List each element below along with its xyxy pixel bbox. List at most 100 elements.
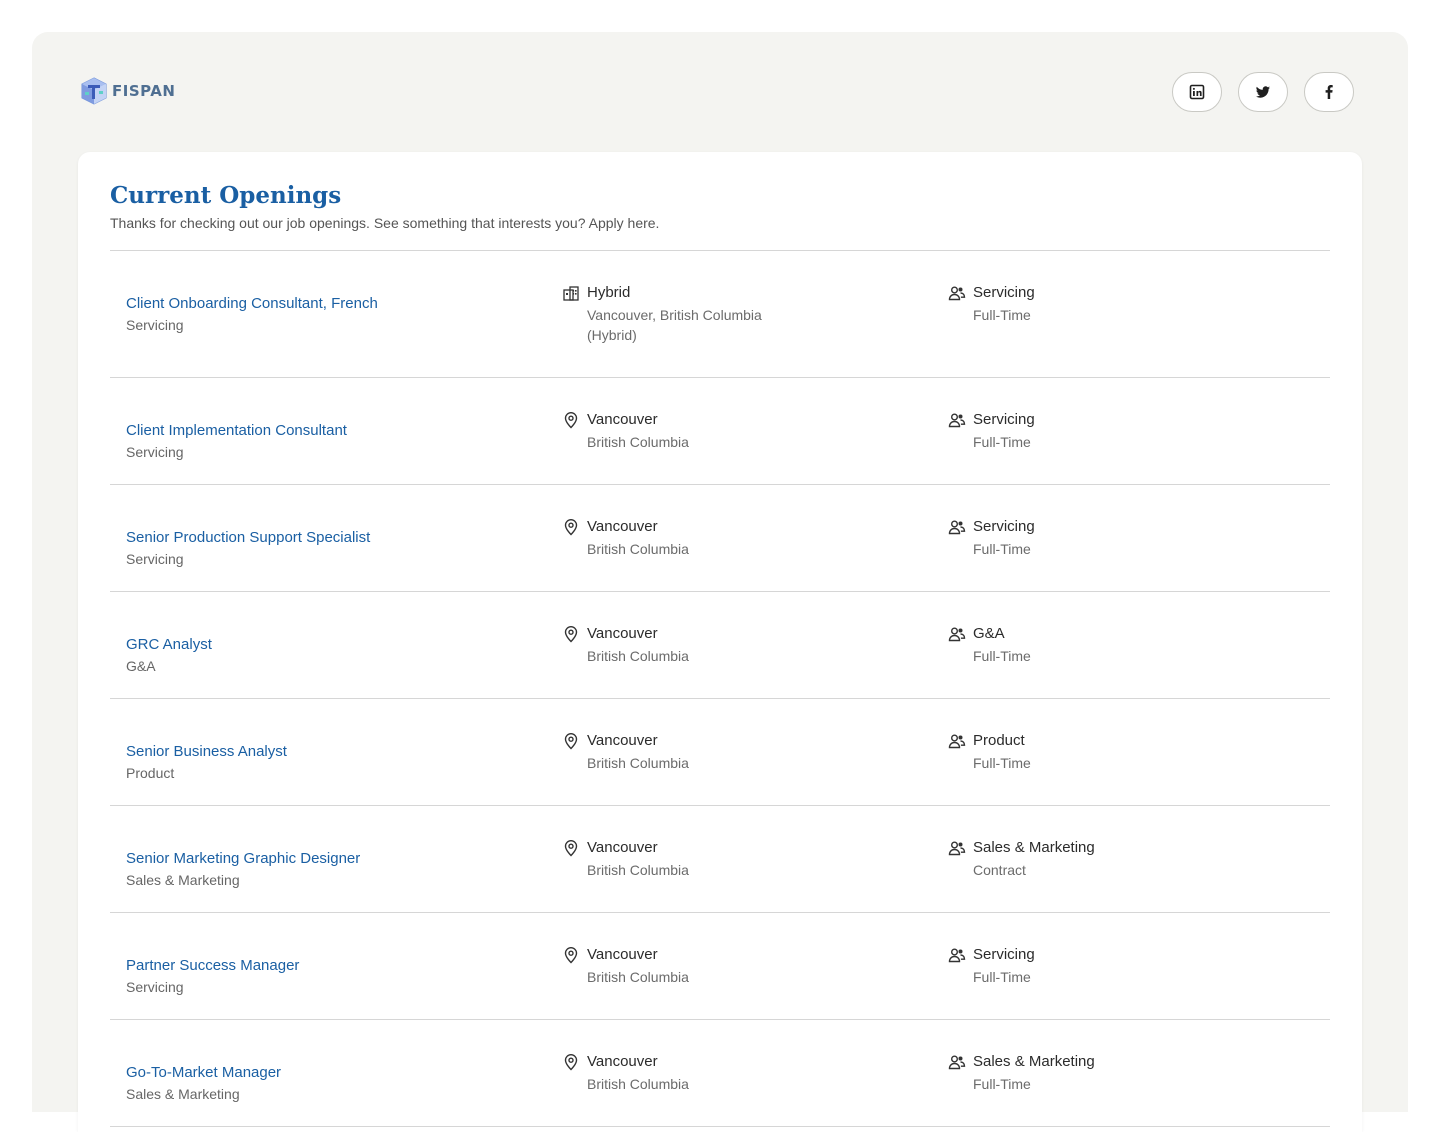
job-team: Servicing Full-Time (948, 946, 1035, 987)
location-detail: British Columbia (587, 862, 689, 878)
job-team: G&A Full-Time (948, 625, 1031, 666)
job-team: Sales & Marketing Contract (948, 839, 1095, 880)
job-team: Product Full-Time (948, 732, 1031, 773)
job-row[interactable]: Senior Business Analyst Product Vancouve… (110, 699, 1330, 806)
team-icon (948, 625, 966, 643)
job-location: Vancouver British Columbia (562, 518, 689, 559)
location-detail: British Columbia (587, 755, 689, 771)
job-location: Vancouver British Columbia (562, 732, 689, 773)
job-department: Servicing (126, 444, 184, 460)
location-name: Vancouver (587, 625, 658, 642)
job-title-link[interactable]: Client Implementation Consultant (126, 422, 347, 440)
job-department: Servicing (126, 317, 184, 333)
location-name: Vancouver (587, 411, 658, 428)
location-detail: British Columbia (587, 648, 689, 664)
job-team: Servicing Full-Time (948, 284, 1035, 325)
twitter-icon (1255, 86, 1270, 98)
job-title-column: Go-To-Market Manager Sales & Marketing (126, 1064, 281, 1103)
job-title-link[interactable]: Go-To-Market Manager (126, 1064, 281, 1082)
team-name: Servicing (973, 411, 1035, 428)
map-pin-icon (562, 1053, 580, 1071)
fispan-logo-mark (81, 77, 107, 105)
job-location: Vancouver British Columbia (562, 1053, 689, 1094)
map-pin-icon (562, 839, 580, 857)
employment-type: Full-Time (973, 1076, 1031, 1092)
job-title-link[interactable]: Client Onboarding Consultant, French (126, 295, 378, 313)
brand-logo[interactable]: FISPAN (80, 76, 175, 106)
map-pin-icon (562, 946, 580, 964)
twitter-button[interactable] (1238, 72, 1288, 112)
employment-type: Full-Time (973, 307, 1031, 323)
job-row[interactable]: Senior Marketing Graphic Designer Sales … (110, 806, 1330, 913)
job-title-link[interactable]: Partner Success Manager (126, 957, 299, 975)
team-icon (948, 946, 966, 964)
job-title-column: GRC Analyst G&A (126, 636, 212, 675)
employment-type: Contract (973, 862, 1026, 878)
job-department: Sales & Marketing (126, 1086, 240, 1102)
team-name: Servicing (973, 284, 1035, 301)
page-title: Current Openings (110, 182, 342, 209)
job-title-link[interactable]: Senior Production Support Specialist (126, 529, 370, 547)
employment-type: Full-Time (973, 648, 1031, 664)
map-pin-icon (562, 625, 580, 643)
job-title-link[interactable]: Senior Business Analyst (126, 743, 287, 761)
team-icon (948, 284, 966, 302)
linkedin-button[interactable] (1172, 72, 1222, 112)
job-title-column: Partner Success Manager Servicing (126, 957, 299, 996)
location-detail: British Columbia (587, 1076, 689, 1092)
job-title-column: Senior Business Analyst Product (126, 743, 287, 782)
job-row[interactable]: Client Onboarding Consultant, French Ser… (110, 251, 1330, 378)
location-detail: British Columbia (587, 434, 689, 450)
job-row[interactable]: Partner Success Manager Servicing Vancou… (110, 913, 1330, 1020)
location-name: Vancouver (587, 732, 658, 749)
job-department: Servicing (126, 979, 184, 995)
location-name: Vancouver (587, 1053, 658, 1070)
job-department: G&A (126, 658, 156, 674)
location-detail: British Columbia (587, 541, 689, 557)
job-title-link[interactable]: Senior Marketing Graphic Designer (126, 850, 360, 868)
job-title-column: Senior Marketing Graphic Designer Sales … (126, 850, 360, 889)
job-location: Vancouver British Columbia (562, 839, 689, 880)
building-icon (562, 284, 580, 302)
team-icon (948, 411, 966, 429)
job-row[interactable]: Go-To-Market Manager Sales & Marketing V… (110, 1020, 1330, 1127)
location-name: Vancouver (587, 839, 658, 856)
team-icon (948, 839, 966, 857)
job-department: Product (126, 765, 175, 781)
brand-name: FISPAN (112, 82, 176, 100)
job-location: Vancouver British Columbia (562, 625, 689, 666)
page-subtitle: Thanks for checking out our job openings… (110, 215, 660, 231)
job-title-column: Client Onboarding Consultant, French Ser… (126, 295, 378, 334)
job-team: Sales & Marketing Full-Time (948, 1053, 1095, 1094)
job-location: Hybrid Vancouver, British Columbia (Hybr… (562, 284, 787, 345)
team-name: Sales & Marketing (973, 1053, 1095, 1070)
employment-type: Full-Time (973, 969, 1031, 985)
facebook-icon (1325, 85, 1333, 99)
linkedin-icon (1189, 84, 1205, 100)
job-row[interactable]: Senior Production Support Specialist Ser… (110, 485, 1330, 592)
job-department: Sales & Marketing (126, 872, 240, 888)
job-team: Servicing Full-Time (948, 518, 1035, 559)
job-team: Servicing Full-Time (948, 411, 1035, 452)
map-pin-icon (562, 732, 580, 750)
job-department: Servicing (126, 551, 184, 567)
openings-card: Current Openings Thanks for checking out… (78, 152, 1362, 1132)
job-title-column: Senior Production Support Specialist Ser… (126, 529, 370, 568)
job-location: Vancouver British Columbia (562, 411, 689, 452)
team-name: Sales & Marketing (973, 839, 1095, 856)
employment-type: Full-Time (973, 434, 1031, 450)
social-links (1172, 72, 1354, 112)
job-row[interactable]: GRC Analyst G&A Vancouver British Columb… (110, 592, 1330, 699)
job-title-link[interactable]: GRC Analyst (126, 636, 212, 654)
facebook-button[interactable] (1304, 72, 1354, 112)
team-icon (948, 732, 966, 750)
team-name: Product (973, 732, 1025, 749)
job-row[interactable]: Client Implementation Consultant Servici… (110, 378, 1330, 485)
team-name: G&A (973, 625, 1005, 642)
location-name: Vancouver (587, 518, 658, 535)
team-icon (948, 518, 966, 536)
location-detail: British Columbia (587, 969, 689, 985)
job-title-column: Client Implementation Consultant Servici… (126, 422, 347, 461)
map-pin-icon (562, 518, 580, 536)
team-name: Servicing (973, 518, 1035, 535)
